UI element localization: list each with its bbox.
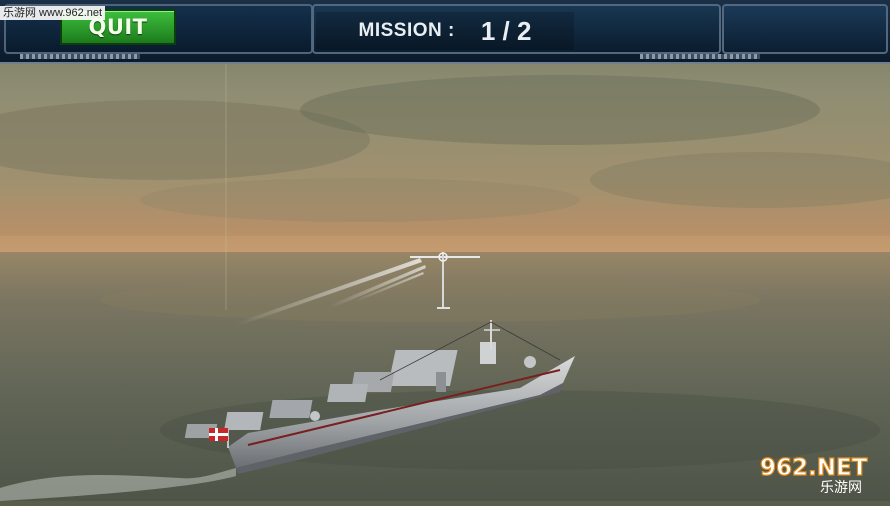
mission-indicator: MISSION : 1 / 2 <box>316 12 574 50</box>
mission-label: MISSION : <box>358 20 455 41</box>
watermark-top: 乐游网 www.962.net <box>0 6 106 20</box>
scene-graphics <box>0 0 890 501</box>
hud-stripe <box>20 54 140 59</box>
watermark-main: 962.NET <box>760 455 868 481</box>
mission-value: 1 / 2 <box>480 15 532 46</box>
ship-bridge <box>387 350 458 386</box>
watermark-logo: 962.NET 乐游网 <box>756 451 884 496</box>
sea-reflection <box>100 278 760 322</box>
hud-right-panel <box>722 4 888 54</box>
horizon-glow <box>0 236 890 254</box>
watermark-sub: 乐游网 <box>820 480 862 495</box>
cloud <box>300 75 820 145</box>
game-scene[interactable] <box>0 0 890 501</box>
top-hud: QUIT MISSION : 1 / 2 <box>0 0 890 64</box>
hud-stripe <box>640 54 760 59</box>
cloud <box>140 178 580 222</box>
